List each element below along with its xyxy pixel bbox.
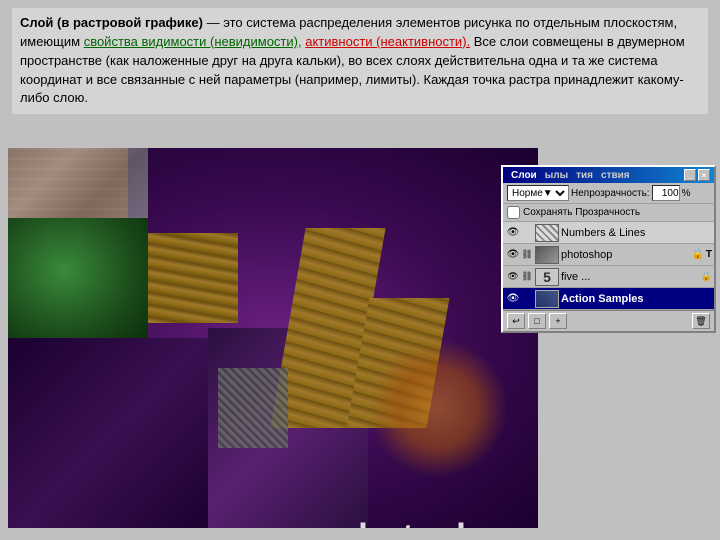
new-layer-button[interactable]: + [549, 313, 567, 329]
type-icon: T [706, 249, 712, 260]
collage-patch-1 [218, 368, 288, 448]
preserve-transparency-row: Сохранять Прозрачность [503, 204, 714, 222]
tab-layers[interactable]: Слои [507, 170, 541, 181]
layers-title-bar: Слои ылы тия ствия _ × [503, 167, 714, 183]
layers-bottom-toolbar: ↩ □ + 🗑 [503, 310, 714, 331]
opacity-input[interactable] [652, 185, 680, 201]
tab-channels[interactable]: ылы [541, 170, 572, 181]
green-creature-img [8, 218, 148, 348]
visibility-link[interactable]: свойства видимости (невидимости), [84, 34, 302, 49]
wood-texture [138, 233, 238, 323]
preserve-transparency-checkbox[interactable] [507, 206, 520, 219]
layer-thumbnail [535, 290, 559, 308]
delete-layer-button[interactable]: 🗑 [692, 313, 710, 329]
layer-thumbnail [535, 224, 559, 242]
layer-photoshop[interactable]: 👁 ⛓ photoshop 🔒 T [503, 244, 714, 266]
minimize-button[interactable]: _ [684, 169, 696, 181]
close-button[interactable]: × [698, 169, 710, 181]
chain-icon [521, 225, 533, 241]
layer-tabs: Слои ылы тия ствия [507, 170, 634, 181]
new-fill-layer-button[interactable]: □ [528, 313, 546, 329]
dash: — [203, 15, 223, 30]
eye-icon[interactable]: 👁 [505, 269, 521, 285]
chain-icon: ⛓ [521, 269, 533, 285]
window-controls: _ × [684, 169, 710, 181]
layer-icon-group: 🔒 [701, 271, 712, 282]
tab-paths[interactable]: тия [572, 170, 597, 181]
eye-icon[interactable]: 👁 [505, 225, 521, 241]
new-layer-set-button[interactable]: ↩ [507, 313, 525, 329]
layer-five[interactable]: 👁 ⛓ 5 five ... 🔒 [503, 266, 714, 288]
description-block: Слой (в растровой графике) — это система… [12, 8, 708, 114]
layer-name: Numbers & Lines [561, 227, 712, 239]
chain-icon [521, 291, 533, 307]
blend-mode-select[interactable]: Норме▼ [507, 185, 569, 201]
lock-icon: 🔒 [691, 249, 703, 260]
layer-thumbnail: 5 [535, 268, 559, 286]
layer-name: Action Samples [561, 293, 712, 305]
layer-thumbnail [535, 246, 559, 264]
layer-numbers-lines[interactable]: 👁 Numbers & Lines [503, 222, 714, 244]
eye-icon[interactable]: 👁 [505, 247, 521, 263]
lock-icon: 🔒 [701, 271, 712, 282]
opacity-label: Непрозрачность: [571, 188, 650, 199]
layers-panel: Слои ылы тия ствия _ × Норме▼ Непрозрачн… [501, 165, 716, 333]
eye-icon[interactable]: 👁 [505, 291, 521, 307]
circle-shape [368, 338, 508, 478]
tab-actions[interactable]: ствия [597, 170, 634, 181]
chain-icon: ⛓ [521, 247, 533, 263]
opacity-unit: % [682, 188, 691, 199]
layer-icon-group: 🔒 T [691, 249, 712, 260]
layer-action-samples[interactable]: 👁 Action Samples [503, 288, 714, 310]
dark-section-1 [8, 338, 218, 528]
layer-name: five ... [561, 271, 701, 283]
activity-link[interactable]: активности (неактивности). [305, 34, 470, 49]
title-text: Слой (в растровой графике) [20, 15, 203, 30]
watermark-1: photoshop [336, 516, 522, 528]
blend-opacity-row: Норме▼ Непрозрачность: % [503, 183, 714, 204]
image-collage: photoshop photoshop [8, 148, 538, 528]
layer-name: photoshop [561, 249, 691, 261]
preserve-transparency-label: Сохранять Прозрачность [523, 207, 640, 218]
